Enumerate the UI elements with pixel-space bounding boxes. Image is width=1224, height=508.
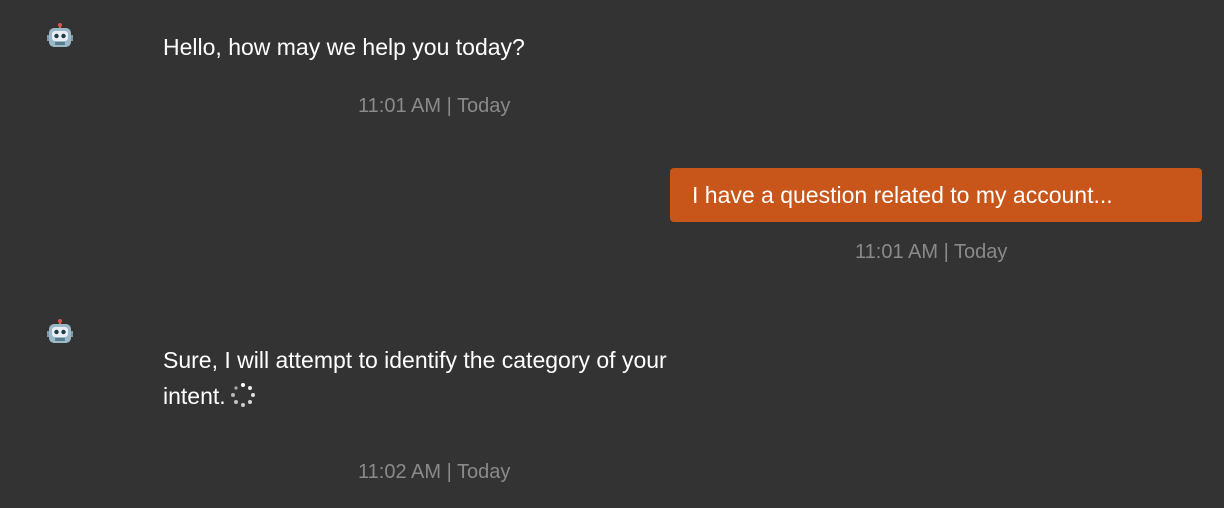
user-message-bubble: I have a question related to my account.… xyxy=(670,168,1202,222)
chat-window: Hello, how may we help you today? 11:01 … xyxy=(0,0,1224,508)
bot-message-line: Sure, I will attempt to identify the cat… xyxy=(163,347,667,373)
robot-icon xyxy=(46,319,74,347)
bot-message-line: intent. xyxy=(163,378,667,414)
message-timestamp: 11:01 AM | Today xyxy=(358,95,511,117)
bot-message-text: Hello, how may we help you today? xyxy=(163,34,525,60)
loading-spinner-icon xyxy=(230,382,256,408)
user-message-text: I have a question related to my account.… xyxy=(692,182,1113,208)
message-timestamp: 11:02 AM | Today xyxy=(358,461,511,483)
message-timestamp: 11:01 AM | Today xyxy=(855,241,1008,263)
bot-message-text: Sure, I will attempt to identify the cat… xyxy=(163,342,667,414)
robot-icon xyxy=(46,23,74,51)
